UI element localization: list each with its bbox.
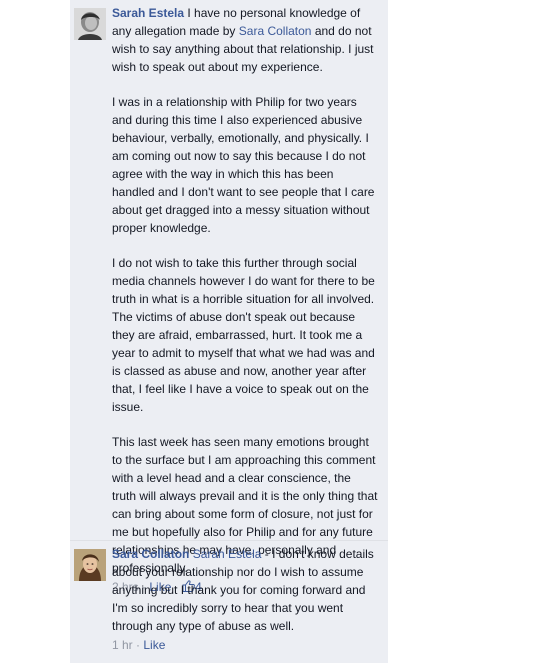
comment-thread: Sarah Estela I have no personal knowledg…	[70, 0, 388, 663]
comment-text: Sara Collaton Sarah Estela - I don't kno…	[112, 545, 378, 635]
avatar-photo-icon	[74, 549, 106, 581]
comment-meta: 1 hr · Like	[112, 636, 378, 654]
mention-link[interactable]: Sarah Estela	[193, 547, 262, 561]
divider	[70, 540, 388, 541]
author-name[interactable]: Sarah Estela	[112, 6, 184, 20]
avatar[interactable]	[74, 8, 106, 40]
comment-text: Sarah Estela I have no personal knowledg…	[112, 4, 378, 76]
avatar-photo-icon	[74, 8, 106, 40]
avatar[interactable]	[74, 549, 106, 581]
timestamp[interactable]: 1 hr	[112, 638, 133, 652]
comment-body: Sarah Estela I have no personal knowledg…	[112, 4, 378, 596]
like-button[interactable]: Like	[143, 638, 165, 652]
author-name[interactable]: Sara Collaton	[112, 547, 189, 561]
separator: ·	[136, 638, 141, 652]
comment-body: Sara Collaton Sarah Estela - I don't kno…	[112, 545, 378, 654]
comment-paragraph: I was in a relationship with Philip for …	[112, 95, 375, 235]
comment-paragraph: I do not wish to take this further throu…	[112, 256, 375, 414]
mention-link[interactable]: Sara Collaton	[239, 24, 312, 38]
